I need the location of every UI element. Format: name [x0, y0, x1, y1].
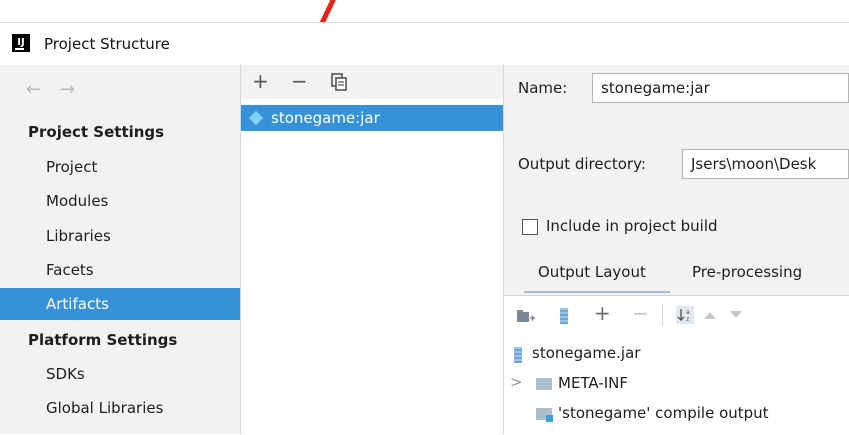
output-layout-area: + − a z stonegame.jar > META-INF 'stoneg… — [504, 295, 849, 435]
include-in-build-label[interactable]: Include in project build — [546, 217, 718, 235]
artifact-icon — [248, 110, 264, 126]
move-down-icon[interactable] — [730, 311, 742, 319]
sidebar-item-libraries[interactable]: Libraries — [0, 220, 240, 252]
remove-element-button[interactable]: − — [632, 301, 649, 325]
artifact-item[interactable]: stonegame:jar — [241, 105, 503, 131]
svg-text:a: a — [686, 309, 690, 316]
sidebar-item-artifacts[interactable]: Artifacts — [0, 288, 240, 320]
sidebar-item-facets[interactable]: Facets — [0, 254, 240, 286]
intellij-app-icon: IJ — [12, 34, 30, 52]
sidebar-item-modules[interactable]: Modules — [0, 185, 240, 217]
toolbar-divider — [662, 304, 663, 326]
sort-alphabetically-icon[interactable]: a z — [676, 306, 694, 324]
sidebar-item-global-libraries[interactable]: Global Libraries — [0, 392, 240, 424]
active-tab-indicator — [524, 291, 670, 293]
name-label: Name: — [518, 79, 568, 97]
tab-pre-processing[interactable]: Pre-processing — [692, 263, 802, 281]
sidebar-item-sdks[interactable]: SDKs — [0, 358, 240, 390]
move-up-icon[interactable] — [704, 311, 716, 319]
output-directory-field[interactable]: Jsers\moon\Desk — [682, 149, 849, 179]
tree-row-compile-output[interactable]: 'stonegame' compile output — [504, 404, 849, 426]
tree-row-label: META-INF — [558, 374, 629, 392]
project-structure-window: IJ Project Structure ← → Project Setting… — [0, 22, 849, 435]
archive-icon[interactable] — [560, 308, 568, 324]
copy-icon[interactable] — [331, 73, 347, 91]
project-settings-header: Project Settings — [28, 123, 165, 141]
new-directory-icon[interactable] — [516, 308, 536, 324]
artifact-label: stonegame:jar — [271, 109, 380, 127]
sidebar-item-project[interactable]: Project — [0, 151, 240, 183]
folder-icon — [536, 378, 552, 390]
module-badge-icon — [546, 415, 553, 422]
tree-row-label: stonegame.jar — [532, 344, 641, 362]
tree-row-label: 'stonegame' compile output — [558, 404, 769, 422]
back-arrow-icon[interactable]: ← — [26, 79, 41, 100]
add-element-button[interactable]: + — [594, 301, 611, 325]
output-directory-label: Output directory: — [518, 155, 646, 173]
jar-icon — [514, 347, 522, 363]
name-field[interactable]: stonegame:jar — [592, 73, 849, 103]
forward-arrow-icon[interactable]: → — [60, 79, 75, 100]
add-artifact-button[interactable]: + — [252, 69, 269, 93]
artifacts-toolbar: + − — [241, 65, 503, 99]
window-title: Project Structure — [44, 35, 170, 53]
title-bar: IJ Project Structure — [0, 23, 849, 65]
tree-row-meta-inf[interactable]: > META-INF — [504, 373, 849, 396]
artifacts-panel: + − stonegame:jar — [241, 65, 504, 434]
artifact-details-panel: Name: stonegame:jar Output directory: Js… — [504, 65, 849, 435]
settings-sidebar: ← → Project Settings Project Modules Lib… — [0, 65, 241, 434]
output-layout-toolbar: + − a z — [504, 296, 849, 334]
svg-text:z: z — [686, 316, 689, 323]
expand-chevron-icon[interactable]: > — [510, 373, 523, 391]
remove-artifact-button[interactable]: − — [291, 69, 308, 93]
platform-settings-header: Platform Settings — [28, 331, 178, 349]
tree-row-jar[interactable]: stonegame.jar — [504, 344, 849, 366]
include-in-build-checkbox[interactable] — [522, 219, 538, 235]
tab-output-layout[interactable]: Output Layout — [538, 263, 646, 281]
